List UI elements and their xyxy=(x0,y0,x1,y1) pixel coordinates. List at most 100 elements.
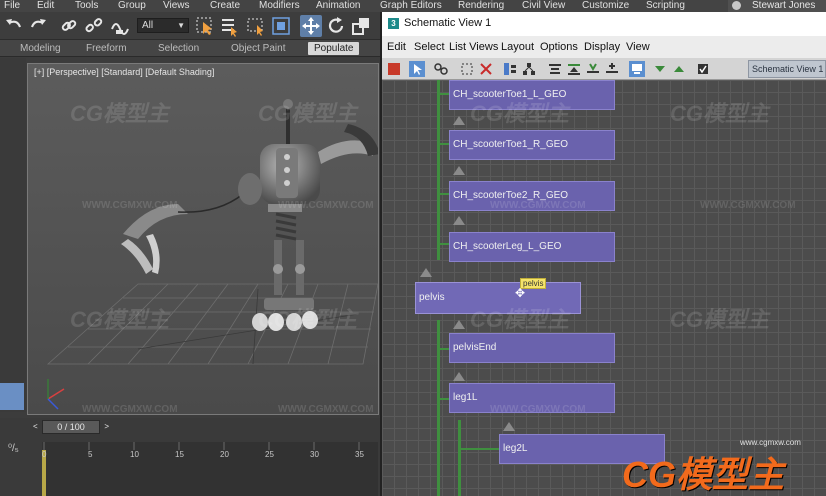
command-panel-strip xyxy=(0,58,26,412)
rect-selection-icon[interactable] xyxy=(245,15,267,37)
schematic-node[interactable]: CH_scooterToe2_R_GEO xyxy=(449,181,615,211)
tab-object-paint[interactable]: Object Paint xyxy=(231,42,285,55)
select-object-icon[interactable] xyxy=(194,15,216,37)
move-icon[interactable] xyxy=(300,15,322,37)
collapse-selected-icon[interactable] xyxy=(652,61,668,77)
schematic-menu-view[interactable]: View xyxy=(626,41,650,53)
menu-create[interactable]: Create xyxy=(210,0,240,12)
undo-icon[interactable] xyxy=(3,15,25,37)
select-by-name-icon[interactable] xyxy=(218,15,240,37)
expand-selected-icon[interactable] xyxy=(671,61,687,77)
arrange-children-icon[interactable] xyxy=(585,61,601,77)
tab-modeling[interactable]: Modeling xyxy=(20,42,61,55)
user-icon xyxy=(732,1,741,10)
unlink-icon[interactable] xyxy=(83,15,105,37)
window-crossing-icon[interactable] xyxy=(270,15,292,37)
menu-animation[interactable]: Animation xyxy=(316,0,360,12)
key-mode-icon[interactable]: ⁰/₅ xyxy=(8,443,19,454)
schematic-canvas[interactable]: CH_scooterToe1_L_GEO CH_scooterToe1_R_GE… xyxy=(382,80,826,496)
menu-group[interactable]: Group xyxy=(118,0,146,12)
user-account[interactable]: Stewart Jones xyxy=(728,0,826,12)
tick-label: 0 xyxy=(42,450,47,459)
collapse-triangle-icon[interactable] xyxy=(453,320,465,329)
unlink-selected-icon[interactable] xyxy=(459,61,475,77)
schematic-menu-select[interactable]: Select xyxy=(414,41,445,53)
viewport-label[interactable]: [+] [Perspective] [Standard] [Default Sh… xyxy=(34,67,214,77)
rotate-icon[interactable] xyxy=(325,15,347,37)
bind-spacewarp-icon[interactable] xyxy=(108,15,130,37)
schematic-node[interactable]: CH_scooterToe1_R_GEO xyxy=(449,130,615,160)
main-menu-bar: File Edit Tools Group Views Create Modif… xyxy=(0,0,826,12)
tick-label: 10 xyxy=(130,450,139,459)
align-top-icon[interactable] xyxy=(547,61,563,77)
next-frame-icon[interactable]: > xyxy=(104,421,109,433)
arrange-selected-icon[interactable] xyxy=(604,61,620,77)
schematic-node[interactable]: CH_scooterToe1_L_GEO xyxy=(449,80,615,110)
scene-render xyxy=(28,64,378,414)
menu-tools[interactable]: Tools xyxy=(75,0,98,12)
tick-label: 30 xyxy=(310,450,319,459)
tick-label: 15 xyxy=(175,450,184,459)
menu-file[interactable]: File xyxy=(4,0,20,12)
corner-watermark-logo: CG模型主 xyxy=(622,454,785,495)
menu-civil-view[interactable]: Civil View xyxy=(522,0,565,12)
perspective-viewport[interactable]: [+] [Perspective] [Standard] [Default Sh… xyxy=(27,63,379,415)
preferences-icon[interactable] xyxy=(695,61,711,77)
time-slider[interactable]: < 0 / 100 > xyxy=(0,418,380,436)
references-mode-icon[interactable] xyxy=(521,61,537,77)
menu-edit[interactable]: Edit xyxy=(37,0,54,12)
expand-icon[interactable] xyxy=(566,61,582,77)
time-slider-value: 0 / 100 xyxy=(57,422,85,432)
schematic-title-bar[interactable]: 3 Schematic View 1 xyxy=(382,12,826,36)
menu-modifiers[interactable]: Modifiers xyxy=(259,0,300,12)
collapse-triangle-icon[interactable] xyxy=(453,372,465,381)
prev-frame-icon[interactable]: < xyxy=(33,421,38,433)
display-floater-icon[interactable] xyxy=(386,61,402,77)
schematic-menu-options[interactable]: Options xyxy=(540,41,578,53)
redo-icon[interactable] xyxy=(27,15,49,37)
schematic-menu-list-views[interactable]: List Views xyxy=(449,41,498,53)
schematic-name-field[interactable]: Schematic View 1 xyxy=(748,60,826,78)
track-bar[interactable] xyxy=(0,436,380,496)
chevron-down-icon: ▼ xyxy=(177,21,185,30)
tab-freeform[interactable]: Freeform xyxy=(86,42,127,55)
tick-label: 20 xyxy=(220,450,229,459)
collapse-triangle-icon[interactable] xyxy=(420,268,432,277)
menu-views[interactable]: Views xyxy=(163,0,190,12)
collapse-triangle-icon[interactable] xyxy=(453,116,465,125)
hierarchy-wire xyxy=(437,320,440,496)
viewport-layout-button[interactable] xyxy=(0,383,24,410)
schematic-view-window: 3 Schematic View 1 Edit Select List View… xyxy=(380,12,826,496)
link-icon[interactable] xyxy=(58,15,80,37)
tab-populate[interactable]: Populate xyxy=(308,42,360,55)
scale-icon[interactable] xyxy=(350,15,372,37)
schematic-node-pelvis[interactable]: pelvis xyxy=(415,282,581,314)
schematic-menu-layout[interactable]: Layout xyxy=(501,41,534,53)
collapse-triangle-icon[interactable] xyxy=(453,166,465,175)
time-slider-thumb[interactable]: < 0 / 100 > xyxy=(33,420,109,434)
selection-filter-dropdown[interactable]: All ▼ xyxy=(137,18,189,33)
selection-filter-value: All xyxy=(142,20,154,31)
tick-label: 35 xyxy=(355,450,364,459)
schematic-node[interactable]: CH_scooterLeg_L_GEO xyxy=(449,232,615,262)
connect-icon[interactable] xyxy=(433,61,449,77)
schematic-menu-bar: Edit Select List Views Layout Options Di… xyxy=(382,36,826,58)
schematic-node[interactable]: leg1L xyxy=(449,383,615,413)
menu-rendering[interactable]: Rendering xyxy=(458,0,504,12)
schematic-node[interactable]: pelvisEnd xyxy=(449,333,615,363)
collapse-triangle-icon[interactable] xyxy=(453,216,465,225)
move-cursor-icon: ✥ xyxy=(515,286,526,300)
free-all-icon[interactable] xyxy=(629,61,645,77)
menu-scripting[interactable]: Scripting xyxy=(646,0,685,12)
schematic-menu-display[interactable]: Display xyxy=(584,41,620,53)
delete-objects-icon[interactable] xyxy=(478,61,494,77)
select-mode-icon[interactable] xyxy=(409,61,425,77)
tick-label: 25 xyxy=(265,450,274,459)
hierarchy-mode-icon[interactable] xyxy=(502,61,518,77)
collapse-triangle-icon[interactable] xyxy=(503,422,515,431)
tab-selection[interactable]: Selection xyxy=(158,42,199,55)
schematic-menu-edit[interactable]: Edit xyxy=(387,41,406,53)
menu-graph-editors[interactable]: Graph Editors xyxy=(380,0,442,12)
menu-customize[interactable]: Customize xyxy=(582,0,629,12)
app-icon: 3 xyxy=(388,18,399,29)
